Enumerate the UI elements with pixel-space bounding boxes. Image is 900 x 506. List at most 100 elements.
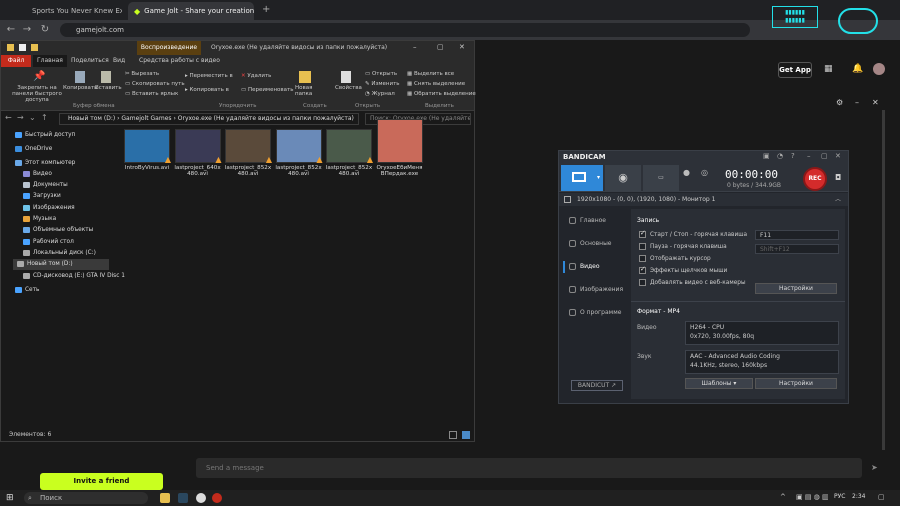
invert-selection-button[interactable]: ▦ Обратить выделение [407,91,476,97]
new-tab-button[interactable]: + [262,4,270,15]
copy-button[interactable]: Копировать [63,85,97,91]
back-icon[interactable]: ← [4,23,18,37]
folder-icon[interactable]: ▣ [763,152,770,160]
close-chat-icon[interactable]: ✕ [872,98,879,107]
tab-file[interactable]: Файл [1,55,31,67]
nav-item[interactable]: Этот компьютер [15,157,75,168]
collapse-chevron-icon[interactable]: ︿ [835,193,841,206]
message-input[interactable]: Send a message [196,458,862,478]
nav-item[interactable]: Быстрый доступ [15,129,75,140]
up-icon[interactable]: ↑ [41,113,48,122]
minimize-button[interactable]: – [807,152,811,160]
maximize-button[interactable]: ▢ [821,152,828,160]
checkbox[interactable] [639,279,646,286]
rec-button[interactable]: REC [803,167,827,191]
option-checkbox[interactable]: Старт / Стоп - горячая клавиша [639,229,747,238]
nav-item[interactable]: Видео [23,168,52,179]
breadcrumb-item[interactable]: Gamejolt Games [121,115,171,122]
sidebar-item[interactable]: О программе [569,309,621,316]
start-stop-hotkey-field[interactable]: F11 [755,230,839,240]
forward-icon[interactable]: → [20,23,34,37]
notifications-icon[interactable]: ▢ [878,493,885,501]
get-app-button[interactable]: Get App [778,62,812,78]
clock-icon[interactable]: ◔ [777,152,783,160]
copy-to-button[interactable]: ▸ Копировать в [185,87,229,93]
browser-tab[interactable]: Sports You Never Knew Existed [22,2,122,20]
checkbox[interactable] [639,243,646,250]
pause-hotkey-field[interactable]: Shift+F12 [755,244,839,254]
select-none-button[interactable]: ▦ Снять выделение [407,81,465,87]
checkbox[interactable] [639,255,646,262]
cut-button[interactable]: ✂ Вырезать [125,71,159,77]
nav-item[interactable]: Изображения [23,202,75,213]
format-settings-button[interactable]: Настройки [755,378,837,389]
avatar[interactable] [873,63,885,75]
url-input[interactable]: gamejolt.com [60,23,750,37]
file-explorer-taskbar-icon[interactable] [160,493,170,503]
forward-icon[interactable]: → [17,113,24,122]
screen-mode-button[interactable] [561,165,597,191]
option-checkbox[interactable]: Добавлять видео с веб-камеры [639,279,746,286]
option-checkbox[interactable]: Отображать курсор [639,255,711,262]
file-item[interactable]: OryxoeEбиМеняВПердак.exe [376,119,424,177]
game-mode-button[interactable]: ◉ [605,165,641,191]
settings-gear-icon[interactable]: ⚙ [836,98,843,107]
large-icons-view-icon[interactable] [462,431,470,439]
recent-dropdown-icon[interactable]: ⌄ [29,113,36,122]
tab-home[interactable]: Главная [33,55,67,67]
checkbox[interactable] [639,229,646,238]
tab-video-tools[interactable]: Средства работы с видео [135,55,224,67]
maximize-button[interactable]: ▢ [437,43,444,51]
browser-tab-active[interactable]: ◆ Game Jolt - Share your creations [128,2,254,20]
tray-chevron-icon[interactable]: ^ [780,493,786,501]
capture-target-bar[interactable]: 1920x1080 - (0, 0), (1920, 1080) - Монит… [559,193,848,206]
select-all-button[interactable]: ▦ Выделить все [407,71,454,77]
taskbar-search[interactable]: ⌕ Поиск [24,492,148,504]
nav-item[interactable]: Сеть [15,284,39,295]
history-button[interactable]: ◔ Журнал [365,91,395,97]
webcam-icon[interactable]: ● [683,168,690,177]
folder-icon[interactable] [31,44,38,51]
templates-button[interactable]: Шаблоны ▾ [685,378,753,389]
paste-button[interactable]: Вставить [95,85,122,91]
file-item[interactable]: ▲ IntroByVirus.avi [123,129,171,171]
chat-scrollbar[interactable] [882,110,885,450]
back-icon[interactable]: ← [5,113,12,122]
nav-item[interactable]: CD-дисковод (E:) GTA IV Disc 1 [23,270,125,281]
record-settings-button[interactable]: Настройки [755,283,837,294]
file-item[interactable]: ▲ lastproject_852x480.avi [325,129,373,177]
screenshot-camera-icon[interactable]: ◘ [835,173,841,182]
reload-icon[interactable]: ↻ [38,23,52,37]
mode-dropdown-icon[interactable]: ▾ [597,165,603,191]
sidebar-item[interactable]: Изображения [569,286,623,293]
rename-button[interactable]: ▭ Переименовать [241,87,293,93]
tab-view[interactable]: Вид [109,55,129,67]
invite-friend-button[interactable]: Invite a friend [40,473,163,490]
nav-item[interactable]: Объемные объекты [23,225,93,236]
close-button[interactable]: ✕ [835,152,841,160]
nav-item[interactable]: Загрузки [23,191,61,202]
breadcrumb-item[interactable]: Oryxoe.exe (Не удаляйте видосы из папки … [178,115,354,122]
bell-icon[interactable]: 🔔 [852,64,863,74]
delete-button[interactable]: ✕ Удалить [241,73,271,79]
nav-item[interactable]: Новый том (D:) [13,258,109,270]
sidebar-item[interactable]: Видео [569,263,600,270]
clock[interactable]: 2:34 [852,493,865,500]
properties-button[interactable]: Свойства [335,85,362,91]
nav-item[interactable]: Рабочий стол [23,236,74,247]
sidebar-item[interactable]: Основные [569,240,612,247]
file-item[interactable]: ▲ lastproject_640x480.avi [174,129,222,177]
minimize-chat-icon[interactable]: – [855,98,859,107]
nav-item[interactable]: Локальный диск (C:) [23,247,96,258]
nav-item[interactable]: Музыка [23,214,56,225]
windows-start-icon[interactable]: ⊞ [6,493,14,503]
option-checkbox[interactable]: Эффекты щелчков мыши [639,265,727,274]
minimize-button[interactable]: – [413,43,417,51]
chrome-taskbar-icon[interactable] [196,493,206,503]
quick-access-icon[interactable] [19,44,26,51]
pin-quick-access-button[interactable]: Закрепить на панели быстрого доступа [7,85,67,103]
tray-icons[interactable]: ▣ ▤ ◍ ▥ [796,493,829,501]
help-icon[interactable]: ? [791,152,795,160]
file-item[interactable]: ▲ lastproject_852x480.avi [275,129,323,177]
sidebar-item[interactable]: Главное [569,217,606,224]
